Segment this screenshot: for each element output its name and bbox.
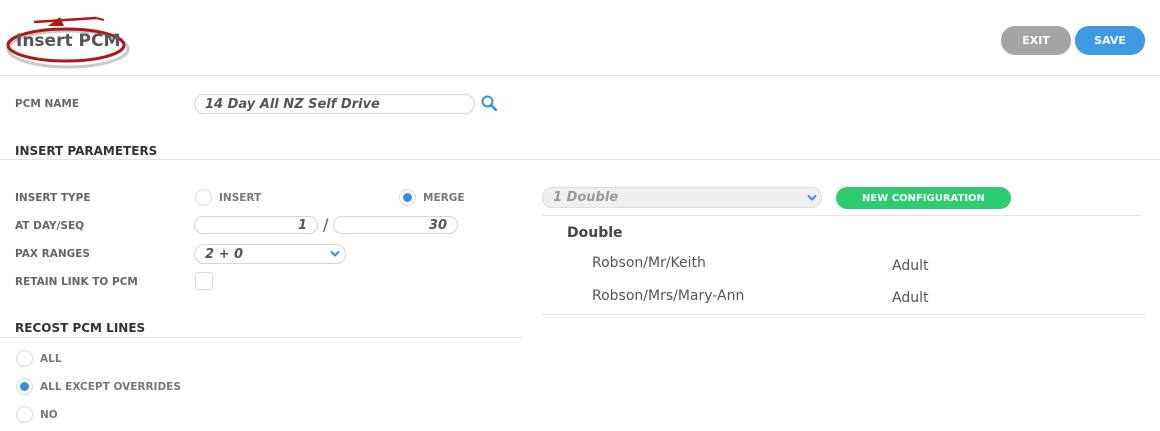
config-top-divider — [542, 215, 1141, 216]
header-divider — [0, 75, 1160, 76]
insert-type-label: INSERT TYPE — [15, 192, 91, 204]
recost-all-except-overrides-radio[interactable] — [16, 378, 33, 395]
recost-no-radio[interactable] — [16, 406, 33, 423]
recost-divider — [0, 337, 522, 338]
configuration-select-value: 1 Double — [553, 190, 619, 205]
configuration-select[interactable]: 1 Double — [542, 187, 822, 208]
pax-ranges-select[interactable]: 2 + 0 — [194, 244, 346, 264]
section-divider — [0, 159, 1160, 160]
new-configuration-button[interactable]: NEW CONFIGURATION — [836, 187, 1011, 209]
recost-all-radio[interactable] — [16, 350, 33, 367]
chevron-down-icon — [330, 250, 340, 257]
merge-radio-label: MERGE — [423, 192, 465, 204]
passenger-type: Adult — [892, 290, 929, 306]
recost-no-label: NO — [40, 409, 58, 421]
retain-link-label: RETAIN LINK TO PCM — [15, 276, 138, 288]
exit-button[interactable]: EXIT — [1001, 26, 1071, 55]
recost-all-except-overrides-label: ALL EXCEPT OVERRIDES — [40, 381, 181, 393]
insert-radio[interactable] — [195, 189, 212, 206]
insert-parameters-heading: INSERT PARAMETERS — [15, 144, 158, 158]
chevron-down-icon — [807, 194, 817, 201]
pax-ranges-label: PAX RANGES — [15, 248, 90, 260]
at-day-seq-label: AT DAY/SEQ — [15, 220, 85, 232]
pax-ranges-value: 2 + 0 — [205, 247, 244, 262]
merge-radio[interactable] — [399, 189, 416, 206]
page-title: Insert PCM — [16, 31, 121, 51]
day-seq-separator: / — [323, 215, 329, 234]
passenger-name[interactable]: Robson/Mrs/Mary-Ann — [592, 288, 744, 304]
pcm-name-input[interactable]: 14 Day All NZ Self Drive — [194, 94, 475, 114]
pcm-name-label: PCM NAME — [15, 98, 80, 110]
passenger-type: Adult — [892, 258, 929, 274]
config-bottom-divider — [542, 314, 1145, 315]
passenger-name[interactable]: Robson/Mr/Keith — [592, 255, 706, 271]
retain-link-checkbox[interactable] — [195, 272, 213, 290]
day-input[interactable]: 1 — [194, 216, 318, 234]
save-button[interactable]: SAVE — [1075, 26, 1145, 55]
page-title-area: Insert PCM — [4, 14, 130, 69]
recost-all-label: ALL — [40, 353, 62, 365]
seq-input[interactable]: 30 — [333, 216, 458, 234]
insert-radio-label: INSERT — [219, 192, 262, 204]
search-icon[interactable] — [481, 95, 497, 111]
room-type-heading: Double — [567, 225, 623, 241]
recost-heading: RECOST PCM LINES — [15, 321, 146, 335]
